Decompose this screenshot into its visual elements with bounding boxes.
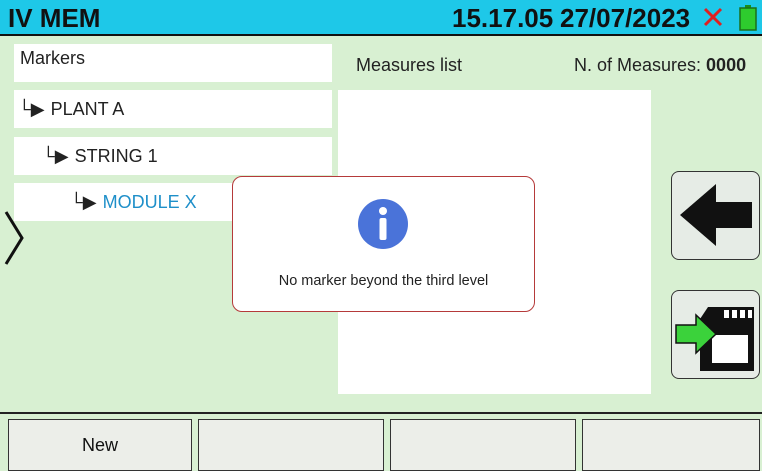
save-to-sd-button[interactable] — [671, 290, 760, 379]
marker-label: STRING 1 — [74, 145, 158, 166]
softkey-3[interactable] — [390, 419, 576, 471]
clock-date: 27/07/2023 — [560, 3, 691, 33]
save-to-sd-icon — [675, 307, 754, 371]
markers-header: Markers — [14, 44, 332, 82]
dialog-message: No marker beyond the third level — [278, 273, 489, 289]
instrument-screen: IV MEM 15.17.05 27/07/2023 Markers └▶ PL… — [0, 0, 762, 471]
tree-arrow-icon: └▶ — [70, 191, 97, 212]
back-button[interactable] — [671, 171, 760, 260]
measures-list-label: Measures list — [356, 55, 463, 75]
marker-item-string-1[interactable]: └▶ STRING 1 — [14, 137, 332, 175]
softkey-bar: New — [0, 412, 762, 471]
new-button[interactable]: New — [8, 419, 192, 471]
red-x-icon — [703, 7, 723, 27]
battery-icon — [739, 5, 757, 31]
softkey-4[interactable] — [582, 419, 760, 471]
clock-time: 15.17.05 — [452, 3, 554, 33]
page-title: IV MEM — [8, 3, 101, 33]
softkey-2[interactable] — [198, 419, 384, 471]
tree-arrow-icon: └▶ — [42, 145, 69, 166]
chevron-right-icon[interactable] — [0, 208, 30, 268]
back-arrow-icon — [680, 184, 752, 246]
measures-count-value: 0000 — [706, 55, 747, 75]
title-bar: IV MEM 15.17.05 27/07/2023 — [0, 0, 762, 36]
measures-count: N. of Measures: 0000 — [574, 55, 746, 76]
tree-arrow-icon: └▶ — [18, 98, 45, 119]
marker-item-plant-a[interactable]: └▶ PLANT A — [14, 90, 332, 128]
marker-label: PLANT A — [50, 98, 125, 119]
info-dialog[interactable]: No marker beyond the third level — [232, 176, 535, 312]
marker-label: MODULE X — [102, 191, 197, 212]
info-icon — [358, 199, 408, 249]
marker-item-module-x[interactable]: └▶ MODULE X — [14, 183, 234, 221]
measures-count-label: N. of Measures: — [574, 55, 707, 75]
